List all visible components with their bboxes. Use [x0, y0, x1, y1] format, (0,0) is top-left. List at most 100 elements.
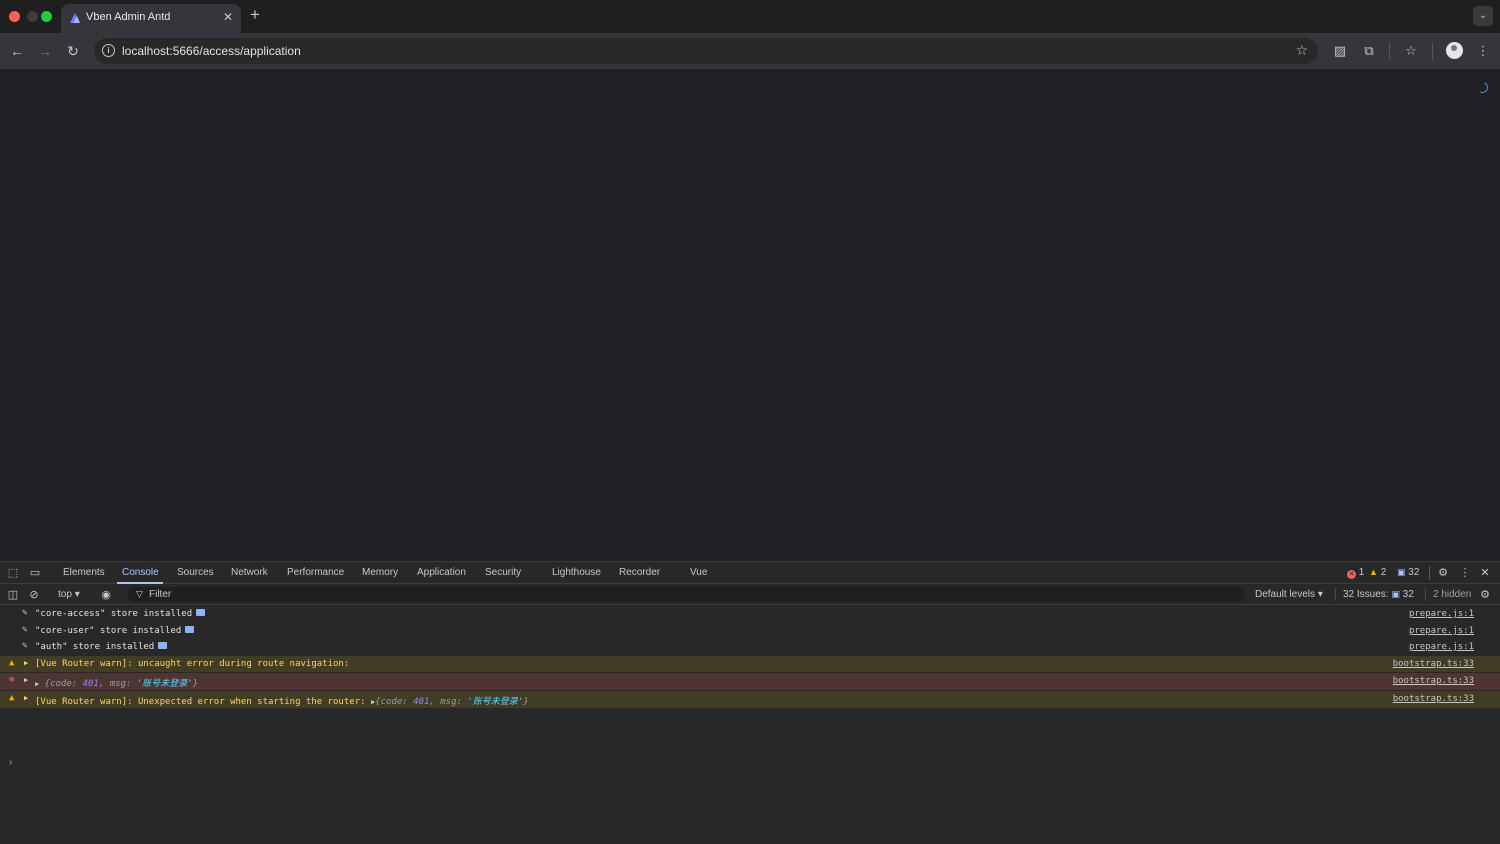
console-message: [Vue Router warn]: Unexpected error when… — [35, 697, 529, 707]
console-message: [Vue Router warn]: uncaught error during… — [35, 659, 350, 669]
tab-sources[interactable]: Sources — [177, 567, 214, 578]
filterbar-divider — [1425, 588, 1426, 601]
context-value: top — [58, 589, 72, 600]
tab-vue[interactable]: Vue — [690, 567, 707, 578]
source-link[interactable]: bootstrap.ts:33 — [1393, 694, 1474, 704]
context-selector[interactable]: top ▾ — [58, 589, 80, 600]
tab-application[interactable]: Application — [417, 567, 466, 578]
object-key: msg — [440, 697, 457, 707]
pineapple-emoji-icon: ✎ — [22, 625, 28, 635]
filter-input[interactable]: ▽ Filter — [128, 587, 1245, 602]
bookmarks-icon[interactable]: ☆ — [1401, 41, 1421, 61]
vben-logo-icon — [70, 13, 80, 23]
chevron-down-icon: ▾ — [1317, 589, 1323, 600]
object-expand-icon[interactable]: ▶ — [35, 680, 39, 688]
console-warning-row[interactable]: ▲ ▶ [Vue Router warn]: Unexpected error … — [0, 691, 1500, 708]
message-text: "auth" store installed — [35, 642, 155, 652]
error-counter[interactable]: ✕ 1 — [1347, 567, 1364, 579]
page-viewport — [0, 69, 1500, 561]
issues-label: 32 Issues: — [1343, 589, 1389, 600]
hidden-count: 2 hidden — [1433, 589, 1472, 600]
tab-network[interactable]: Network — [231, 567, 268, 578]
devtools-menu-icon[interactable]: ⋮ — [1458, 566, 1472, 580]
message-counter[interactable]: ▣ 32 — [1397, 567, 1419, 578]
log-levels-dropdown[interactable]: Default levels ▾ — [1255, 589, 1323, 600]
sidebar-toggle-icon[interactable]: ◫ — [6, 588, 20, 602]
browser-menu-icon[interactable]: ⋮ — [1473, 41, 1493, 61]
tab-console[interactable]: Console — [122, 567, 159, 578]
message-icon: ▣ — [1397, 567, 1406, 577]
expand-arrow-icon[interactable]: ▶ — [24, 659, 28, 667]
tab-performance[interactable]: Performance — [287, 567, 344, 578]
address-bar[interactable]: i localhost:5666/access/application ☆ — [94, 38, 1318, 64]
badge-icon — [185, 626, 195, 633]
console-row: ✎ "core-user" store installed prepare.js… — [0, 623, 1500, 639]
issues-count: 32 — [1402, 589, 1414, 600]
warning-icon: ▲ — [9, 693, 15, 703]
tab-lighthouse[interactable]: Lighthouse — [552, 567, 601, 578]
device-toolbar-icon[interactable]: ▭ — [28, 566, 42, 580]
expand-arrow-icon[interactable]: ▶ — [24, 676, 28, 684]
browser-tab[interactable]: Vben Admin Antd ✕ — [61, 4, 241, 33]
tab-search-button[interactable]: ⌄ — [1473, 6, 1493, 26]
issues-link[interactable]: 32 Issues: ▣ 32 — [1343, 589, 1414, 600]
console-filterbar: ◫ ⊘ top ▾ ◉ ▽ Filter Default levels ▾ 32… — [0, 584, 1500, 605]
error-icon: ⊗ — [9, 675, 15, 685]
profile-avatar[interactable] — [1446, 42, 1463, 59]
tab-elements[interactable]: Elements — [63, 567, 105, 578]
clear-console-icon[interactable]: ⊘ — [27, 588, 41, 602]
error-count: 1 — [1358, 567, 1365, 578]
back-arrow-icon[interactable]: ← — [8, 42, 26, 60]
tab-close-icon[interactable]: ✕ — [223, 10, 233, 24]
object-value: '账号未登录' — [136, 679, 193, 689]
console-settings-gear-icon[interactable]: ⚙ — [1478, 588, 1492, 602]
message-text: [Vue Router warn]: Unexpected error when… — [35, 697, 366, 707]
site-info-icon[interactable]: i — [102, 44, 115, 57]
warning-icon: ▲ — [9, 658, 15, 668]
console-message: "auth" store installed — [35, 642, 168, 652]
source-link[interactable]: bootstrap.ts:33 — [1393, 659, 1474, 669]
address-url[interactable]: localhost:5666/access/application — [122, 44, 301, 58]
source-link[interactable]: prepare.js:1 — [1409, 642, 1474, 652]
console-warning-row[interactable]: ▲ ▶ [Vue Router warn]: uncaught error du… — [0, 656, 1500, 672]
live-expression-eye-icon[interactable]: ◉ — [99, 588, 113, 602]
object-value: 401 — [82, 679, 99, 689]
extension-icon[interactable]: ▨ — [1330, 41, 1350, 61]
reload-icon[interactable]: ↻ — [64, 42, 82, 60]
filter-placeholder: Filter — [149, 589, 172, 600]
source-link[interactable]: prepare.js:1 — [1409, 626, 1474, 636]
source-link[interactable]: prepare.js:1 — [1409, 609, 1474, 619]
object-key: code — [50, 679, 72, 689]
bookmark-star-icon[interactable]: ☆ — [1295, 42, 1308, 59]
devtools-tabbar: ⬚ ▭ Elements Console Sources Network Per… — [0, 562, 1500, 584]
message-text: "core-user" store installed — [35, 626, 182, 636]
console-message: "core-access" store installed — [35, 609, 206, 619]
chevron-down-icon: ▾ — [74, 589, 80, 600]
close-devtools-icon[interactable]: ✕ — [1478, 566, 1492, 580]
warning-counter[interactable]: ▲ 2 — [1369, 567, 1386, 578]
pineapple-emoji-icon: ✎ — [22, 608, 28, 618]
console-error-row[interactable]: ⊗ ▶ ▶ {code: 401, msg: '账号未登录'} bootstra… — [0, 673, 1500, 690]
console-prompt-icon[interactable]: › — [9, 757, 12, 768]
message-text: "core-access" store installed — [35, 609, 193, 619]
forward-arrow-icon[interactable]: → — [36, 42, 54, 60]
object-value: 401 — [413, 697, 430, 707]
tab-recorder[interactable]: Recorder — [619, 567, 660, 578]
extensions-puzzle-icon[interactable]: ⧉ — [1359, 41, 1379, 61]
object-key: code — [380, 697, 403, 707]
source-link[interactable]: bootstrap.ts:33 — [1393, 676, 1474, 686]
inspect-element-icon[interactable]: ⬚ — [6, 566, 20, 580]
settings-gear-icon[interactable]: ⚙ — [1436, 566, 1450, 580]
tab-memory[interactable]: Memory — [362, 567, 398, 578]
window-minimize-button[interactable] — [27, 11, 38, 22]
message-count: 32 — [1408, 567, 1420, 578]
window-close-button[interactable] — [9, 11, 20, 22]
browser-toolbar: ← → ↻ i localhost:5666/access/applicatio… — [0, 33, 1500, 102]
console-message: ▶ {code: 401, msg: '账号未登录'} — [35, 679, 199, 689]
new-tab-button[interactable]: + — [250, 6, 260, 24]
tab-security[interactable]: Security — [485, 567, 521, 578]
window-zoom-button[interactable] — [41, 11, 52, 22]
log-levels-value: Default levels — [1255, 589, 1316, 600]
toolbar-divider — [1389, 43, 1390, 59]
expand-arrow-icon[interactable]: ▶ — [24, 694, 28, 702]
